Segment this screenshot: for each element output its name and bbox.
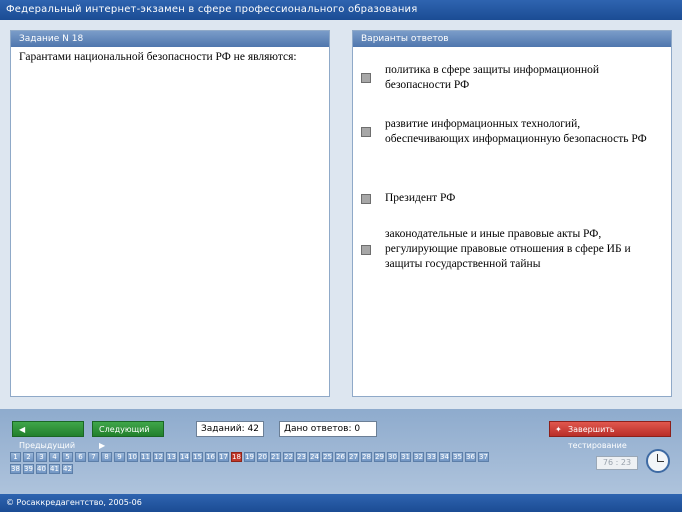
page-button-15[interactable]: 15 <box>192 452 203 462</box>
page-button-21[interactable]: 21 <box>270 452 281 462</box>
answer-option-4[interactable]: законодательные и иные правовые акты РФ,… <box>361 227 651 272</box>
main-area: Задание N 18 Гарантами национальной безо… <box>0 20 682 409</box>
page-button-26[interactable]: 26 <box>335 452 346 462</box>
page-button-37[interactable]: 37 <box>478 452 489 462</box>
page-button-29[interactable]: 29 <box>374 452 385 462</box>
page-button-22[interactable]: 22 <box>283 452 294 462</box>
page-button-32[interactable]: 32 <box>413 452 424 462</box>
page-button-31[interactable]: 31 <box>400 452 411 462</box>
page-button-3[interactable]: 3 <box>36 452 47 462</box>
task-header: Задание N 18 <box>11 31 329 47</box>
page-button-18[interactable]: 18 <box>231 452 242 462</box>
page-button-16[interactable]: 16 <box>205 452 216 462</box>
question-panel: Задание N 18 Гарантами национальной безо… <box>10 30 330 397</box>
answer-option-1[interactable]: политика в сфере защиты информационной б… <box>361 63 651 93</box>
page-button-20[interactable]: 20 <box>257 452 268 462</box>
page-button-34[interactable]: 34 <box>439 452 450 462</box>
page-button-23[interactable]: 23 <box>296 452 307 462</box>
answer-checkbox[interactable] <box>361 244 371 255</box>
question-text: Гарантами национальной безопасности РФ н… <box>19 51 297 63</box>
page-button-8[interactable]: 8 <box>101 452 112 462</box>
page-button-5[interactable]: 5 <box>62 452 73 462</box>
page-button-41[interactable]: 41 <box>49 464 60 474</box>
page-button-19[interactable]: 19 <box>244 452 255 462</box>
answer-checkbox[interactable] <box>361 127 371 137</box>
page-button-11[interactable]: 11 <box>140 452 151 462</box>
page-button-36[interactable]: 36 <box>465 452 476 462</box>
page-button-9[interactable]: 9 <box>114 452 125 462</box>
page-button-14[interactable]: 14 <box>179 452 190 462</box>
page-button-39[interactable]: 39 <box>23 464 34 474</box>
answer-text: законодательные и иные правовые акты РФ,… <box>385 228 631 270</box>
page-button-13[interactable]: 13 <box>166 452 177 462</box>
answer-text: развитие информационных технологий, обес… <box>385 118 647 145</box>
timer-display: 76 : 23 <box>596 456 638 470</box>
window-title: Федеральный интернет-экзамен в сфере про… <box>0 0 682 20</box>
page-button-35[interactable]: 35 <box>452 452 463 462</box>
triangle-right-icon: ▶ <box>99 441 106 450</box>
finish-button[interactable]: ✦ Завершить тестирование <box>549 421 671 450</box>
answers-panel: Варианты ответов политика в сфере защиты… <box>352 30 672 397</box>
prev-button-label: Предыдущий <box>19 441 76 450</box>
page-button-28[interactable]: 28 <box>361 452 372 462</box>
answers-header: Варианты ответов <box>353 31 671 47</box>
page-button-42[interactable]: 42 <box>62 464 73 474</box>
page-button-25[interactable]: 25 <box>322 452 333 462</box>
prev-button[interactable]: ◀ Предыдущий <box>12 421 84 450</box>
triangle-left-icon: ◀ <box>19 425 26 434</box>
page-button-24[interactable]: 24 <box>309 452 320 462</box>
navigation-bar: ◀ Предыдущий Следующий ▶ Заданий: 42 Дан… <box>0 409 682 494</box>
answers-given-counter: Дано ответов: 0 <box>279 421 377 437</box>
answer-text: Президент РФ <box>385 192 456 204</box>
answer-option-2[interactable]: развитие информационных технологий, обес… <box>361 117 651 147</box>
page-button-38[interactable]: 38 <box>10 464 21 474</box>
page-button-17[interactable]: 17 <box>218 452 229 462</box>
answer-checkbox[interactable] <box>361 73 371 83</box>
page-button-2[interactable]: 2 <box>23 452 34 462</box>
page-button-6[interactable]: 6 <box>75 452 86 462</box>
running-man-icon: ✦ <box>555 425 562 434</box>
page-button-4[interactable]: 4 <box>49 452 60 462</box>
page-button-27[interactable]: 27 <box>348 452 359 462</box>
answer-checkbox[interactable] <box>361 193 371 204</box>
next-button[interactable]: Следующий ▶ <box>92 421 164 450</box>
page-button-33[interactable]: 33 <box>426 452 437 462</box>
clock-icon <box>646 449 670 473</box>
page-button-10[interactable]: 10 <box>127 452 138 462</box>
page-button-30[interactable]: 30 <box>387 452 398 462</box>
page-button-7[interactable]: 7 <box>88 452 99 462</box>
footer-copyright: © Росаккредагентство, 2005-06 <box>0 494 682 512</box>
next-button-label: Следующий <box>99 425 150 434</box>
finish-button-label: Завершить тестирование <box>568 425 627 450</box>
answer-option-3[interactable]: Президент РФ <box>361 191 651 206</box>
page-button-40[interactable]: 40 <box>36 464 47 474</box>
tasks-counter: Заданий: 42 <box>196 421 264 437</box>
page-button-12[interactable]: 12 <box>153 452 164 462</box>
answer-text: политика в сфере защиты информационной б… <box>385 64 599 91</box>
page-button-1[interactable]: 1 <box>10 452 21 462</box>
